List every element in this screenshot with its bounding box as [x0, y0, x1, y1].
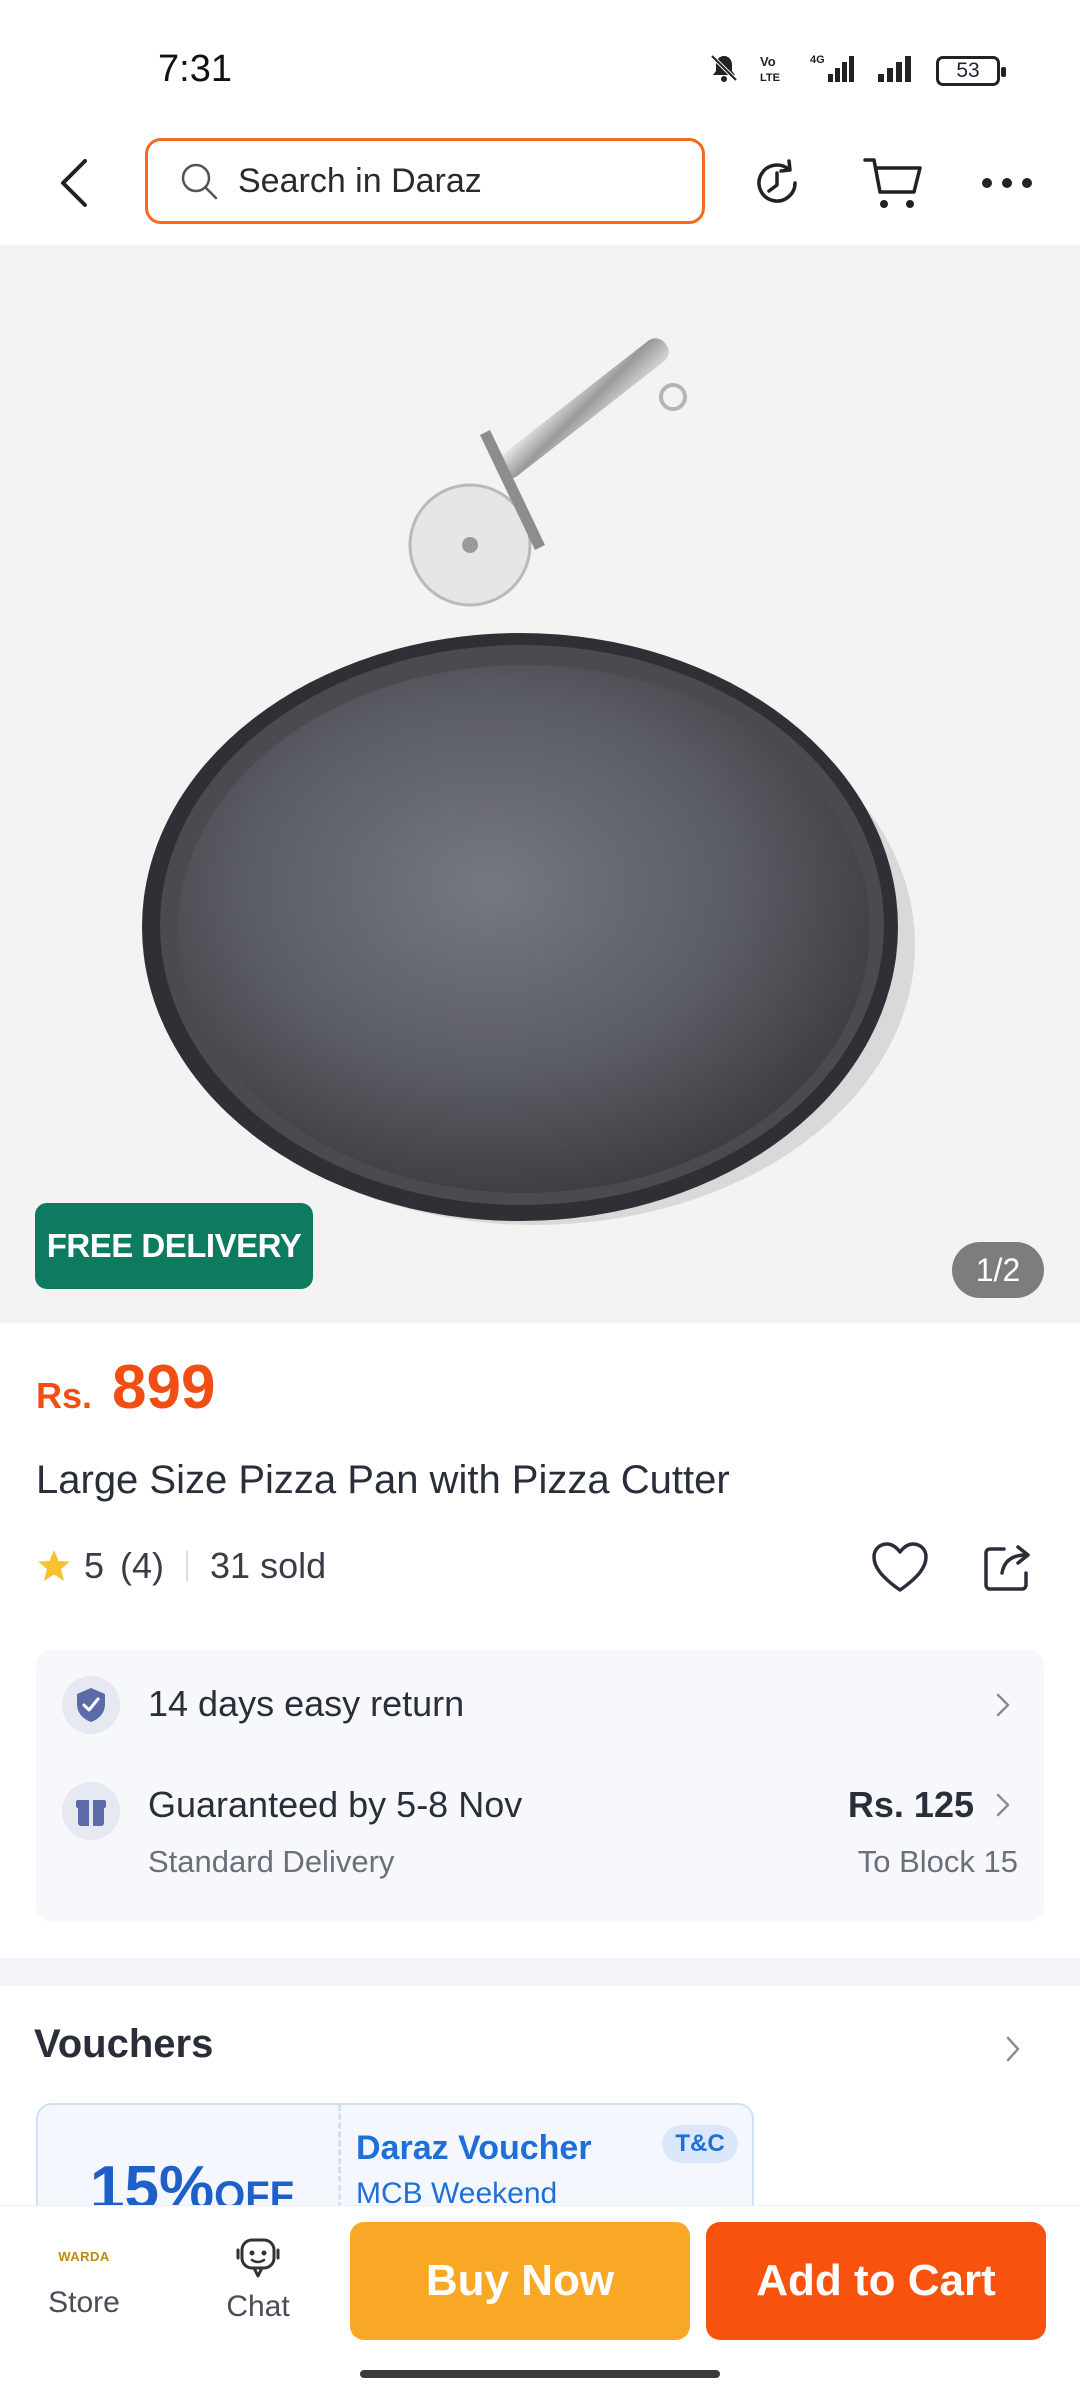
rating-value: 5	[84, 1545, 105, 1586]
home-indicator[interactable]	[360, 2370, 720, 2378]
svg-text:4G: 4G	[810, 54, 825, 66]
back-button[interactable]	[40, 148, 110, 218]
chat-button[interactable]: Chat	[198, 2236, 318, 2324]
search-icon	[181, 163, 218, 200]
buy-now-button[interactable]: Buy Now	[350, 2222, 690, 2340]
return-policy-row[interactable]: 14 days easy return	[36, 1650, 1044, 1760]
product-price: Rs. 899	[36, 1352, 215, 1423]
delivery-destination: To Block 15	[857, 1844, 1018, 1879]
add-to-cart-button[interactable]: Add to Cart	[706, 2222, 1046, 2340]
rating-count: (4)	[120, 1545, 165, 1586]
return-text: 14 days easy return	[148, 1683, 465, 1724]
free-delivery-badge: FREE DELIVERY	[35, 1203, 313, 1289]
vouchers-title[interactable]: Vouchers	[34, 2022, 213, 2067]
search-placeholder: Search in Daraz	[238, 161, 482, 200]
bell-off-icon	[708, 52, 740, 89]
status-time: 7:31	[158, 48, 232, 90]
status-icons: Vo LTE 4G 53	[708, 52, 1006, 89]
wishlist-button[interactable]	[868, 1535, 932, 1599]
service-card: 14 days easy return Guaranteed by 5-8 No…	[36, 1650, 1044, 1922]
delivery-guarantee: Guaranteed by 5-8 Nov	[148, 1784, 523, 1825]
chevron-right-icon	[988, 1690, 1018, 1720]
signal-4g-icon: 4G	[810, 52, 856, 89]
star-icon	[38, 1550, 70, 1581]
price-currency: Rs.	[36, 1375, 93, 1416]
heart-icon	[872, 1542, 928, 1592]
chat-label: Chat	[226, 2290, 290, 2323]
share-icon	[984, 1545, 1030, 1591]
rating-row[interactable]: 5 (4) 31 sold	[36, 1545, 326, 1587]
history-icon	[757, 159, 797, 203]
svg-text:Vo: Vo	[760, 54, 776, 69]
status-bar: 7:31 Vo LTE 4G 53	[0, 0, 1080, 130]
image-pager: 1/2	[952, 1242, 1044, 1298]
delivery-box-icon	[62, 1782, 120, 1840]
battery-icon: 53	[936, 55, 1006, 86]
divider	[186, 1551, 189, 1581]
cart-button[interactable]	[858, 148, 928, 218]
product-image-gallery[interactable]: FREE DELIVERY 1/2	[0, 245, 1080, 1323]
store-label: Store	[48, 2286, 120, 2319]
search-input[interactable]: Search in Daraz	[145, 138, 705, 224]
delivery-type: Standard Delivery	[148, 1844, 395, 1879]
chat-icon	[236, 2238, 280, 2278]
header: Search in Daraz	[0, 130, 1080, 245]
product-image	[142, 338, 915, 1225]
price-amount: 899	[112, 1353, 216, 1422]
section-divider	[0, 1958, 1080, 1986]
sold-count: 31 sold	[210, 1545, 327, 1586]
signal-icon	[874, 52, 918, 89]
voucher-tnc-badge[interactable]: T&C	[662, 2125, 738, 2163]
shield-icon	[62, 1676, 120, 1734]
store-logo: WARDA	[58, 2248, 110, 2264]
voucher-name: Daraz Voucher	[356, 2129, 592, 2167]
delivery-fee: Rs. 125	[847, 1784, 974, 1825]
volte-icon: Vo LTE	[758, 52, 792, 89]
product-title: Large Size Pizza Pan with Pizza Cutter	[36, 1458, 730, 1502]
svg-text:LTE: LTE	[760, 72, 780, 84]
delivery-row[interactable]: Guaranteed by 5-8 Nov Standard Delivery …	[36, 1760, 1044, 1922]
back-icon	[61, 159, 87, 207]
store-button[interactable]: WARDA Store	[24, 2236, 144, 2320]
more-icon	[982, 178, 1032, 188]
cart-icon	[863, 158, 922, 208]
history-button[interactable]	[742, 148, 812, 218]
vouchers-chevron-icon[interactable]	[996, 2032, 1030, 2066]
more-button[interactable]	[972, 148, 1042, 218]
share-button[interactable]	[976, 1535, 1040, 1599]
chevron-right-icon	[988, 1790, 1018, 1820]
